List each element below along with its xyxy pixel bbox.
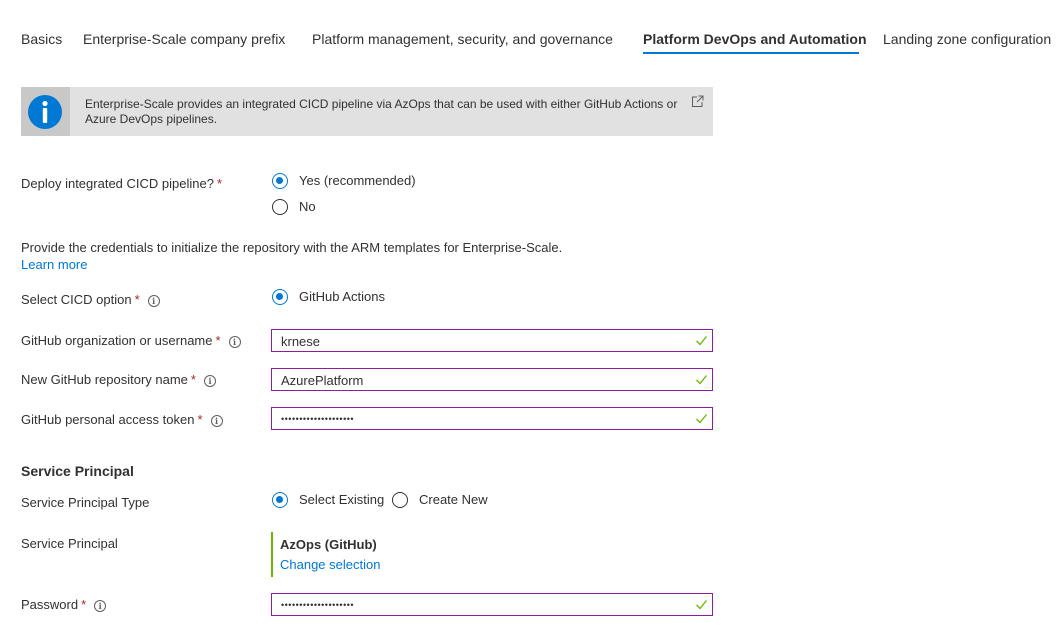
info-banner: Enterprise-Scale provides an integrated … [21, 87, 713, 136]
deploy-pipeline-label-text: Deploy integrated CICD pipeline? [21, 176, 214, 191]
wizard-tabs: Basics Enterprise-Scale company prefix P… [0, 0, 1061, 60]
deploy-pipeline-label: Deploy integrated CICD pipeline? * [21, 176, 222, 191]
sp-label: Service Principal [21, 536, 118, 551]
checkmark-icon [696, 414, 708, 424]
password-label-text: Password [21, 597, 79, 612]
github-token-input[interactable]: •••••••••••••••••••• [271, 407, 713, 430]
tab-basics[interactable]: Basics [21, 31, 62, 47]
info-icon[interactable]: i [147, 295, 160, 307]
info-icon[interactable]: i [94, 600, 107, 612]
info-icon[interactable]: i [228, 336, 241, 348]
password-label: Password * i [21, 597, 107, 612]
checkmark-icon [696, 600, 708, 610]
checkmark-icon [696, 336, 708, 346]
tab-platform-devops[interactable]: Platform DevOps and Automation [643, 31, 867, 47]
github-token-value: •••••••••••••••••••• [281, 414, 355, 424]
active-tab-indicator [643, 52, 859, 54]
info-icon[interactable]: i [203, 375, 216, 387]
password-input[interactable]: •••••••••••••••••••• [271, 593, 713, 616]
checkmark-icon [696, 375, 708, 385]
sp-selected-name: AzOps (GitHub) [280, 537, 377, 552]
banner-icon-area [21, 87, 70, 136]
radio-circle[interactable] [392, 492, 408, 508]
credentials-description: Provide the credentials to initialize th… [21, 240, 563, 255]
deploy-pipeline-no-label: No [299, 199, 316, 214]
change-selection-link[interactable]: Change selection [280, 557, 380, 572]
radio-circle-selected[interactable] [272, 173, 288, 189]
github-org-label-text: GitHub organization or username [21, 333, 213, 348]
radio-circle[interactable] [272, 199, 288, 215]
required-marker: * [216, 176, 223, 191]
sp-selection-accent-bar [271, 532, 273, 577]
github-repo-label: New GitHub repository name * i [21, 372, 216, 387]
banner-text: Enterprise-Scale provides an integrated … [85, 97, 678, 126]
github-org-input[interactable]: krnese [271, 329, 713, 352]
github-repo-value: AzurePlatform [281, 373, 364, 388]
tab-landing-zone[interactable]: Landing zone configuration [883, 31, 1051, 47]
radio-circle-selected[interactable] [272, 289, 288, 305]
cicd-github-actions-label: GitHub Actions [299, 289, 385, 304]
radio-circle-selected[interactable] [272, 492, 288, 508]
learn-more-link[interactable]: Learn more [21, 257, 87, 272]
cicd-option-label-text: Select CICD option [21, 292, 132, 307]
info-icon [28, 95, 62, 129]
service-principal-heading: Service Principal [21, 463, 134, 479]
github-repo-label-text: New GitHub repository name [21, 372, 188, 387]
cicd-option-label: Select CICD option * i [21, 292, 160, 307]
required-marker: * [190, 372, 196, 387]
external-link-icon[interactable] [691, 95, 704, 108]
sp-select-existing-label: Select Existing [299, 492, 385, 507]
github-org-value: krnese [281, 334, 321, 349]
required-marker: * [215, 333, 221, 348]
deploy-pipeline-yes-label: Yes (recommended) [299, 173, 416, 188]
github-token-label-text: GitHub personal access token [21, 412, 195, 427]
sp-type-label: Service Principal Type [21, 495, 150, 510]
github-org-label: GitHub organization or username * i [21, 333, 241, 348]
password-value: •••••••••••••••••••• [281, 600, 355, 610]
github-repo-input[interactable]: AzurePlatform [271, 368, 713, 391]
sp-create-new-label: Create New [419, 492, 488, 507]
required-marker: * [81, 597, 87, 612]
required-marker: * [134, 292, 140, 307]
tab-platform-management[interactable]: Platform management, security, and gover… [312, 31, 613, 47]
github-token-label: GitHub personal access token * i [21, 412, 223, 427]
info-icon[interactable]: i [210, 415, 223, 427]
required-marker: * [197, 412, 203, 427]
tab-company-prefix[interactable]: Enterprise-Scale company prefix [83, 31, 285, 47]
